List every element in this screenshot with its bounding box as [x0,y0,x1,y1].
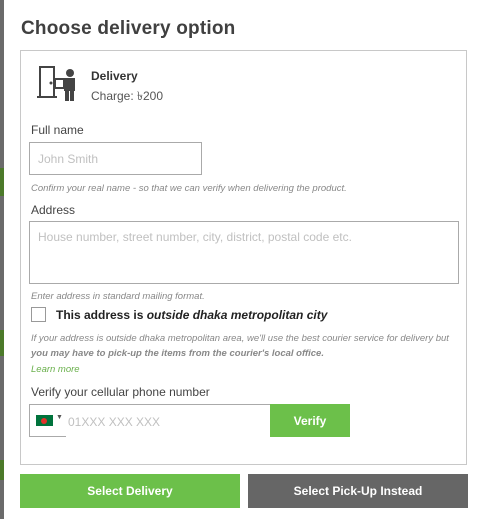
full-name-label: Full name [31,123,84,137]
delivery-option-card: Delivery Charge: ৳200 Full name Confirm … [20,50,467,465]
learn-more-link[interactable]: Learn more [31,364,80,375]
outside-dhaka-label-prefix: This address is [56,308,147,322]
delivery-option-title: Delivery [91,69,138,83]
flag-dot [41,417,47,424]
full-name-input[interactable] [29,142,202,175]
full-name-help: Confirm your real name - so that we can … [31,183,347,194]
select-delivery-button[interactable]: Select Delivery [20,474,240,508]
address-help: Enter address in standard mailing format… [31,291,205,302]
delivery-person-icon [37,66,75,101]
outside-dhaka-help-bold: you may have to pick-up the items from t… [31,348,324,359]
address-input[interactable] [29,221,459,284]
select-pickup-button[interactable]: Select Pick-Up Instead [248,474,468,508]
outside-dhaka-help: If your address is outside dhaka metropo… [31,331,456,361]
phone-input-group: ▼ [29,404,270,438]
outside-dhaka-help-text: If your address is outside dhaka metropo… [31,333,449,344]
address-label: Address [31,203,76,217]
delivery-modal: Choose delivery option Delivery Charge: … [4,0,481,519]
country-dropdown-caret-icon[interactable]: ▼ [56,414,63,421]
phone-input[interactable] [66,405,270,438]
outside-dhaka-label: This address is outside dhaka metropolit… [56,308,327,322]
outside-dhaka-label-emphasis: outside dhaka metropolitan city [146,308,328,322]
bangladesh-flag-icon[interactable] [36,415,53,426]
verify-button[interactable]: Verify [270,404,350,437]
outside-dhaka-checkbox[interactable] [31,307,46,322]
delivery-charge: Charge: ৳200 [91,89,164,103]
modal-title: Choose delivery option [21,18,236,39]
phone-label: Verify your cellular phone number [31,385,210,399]
